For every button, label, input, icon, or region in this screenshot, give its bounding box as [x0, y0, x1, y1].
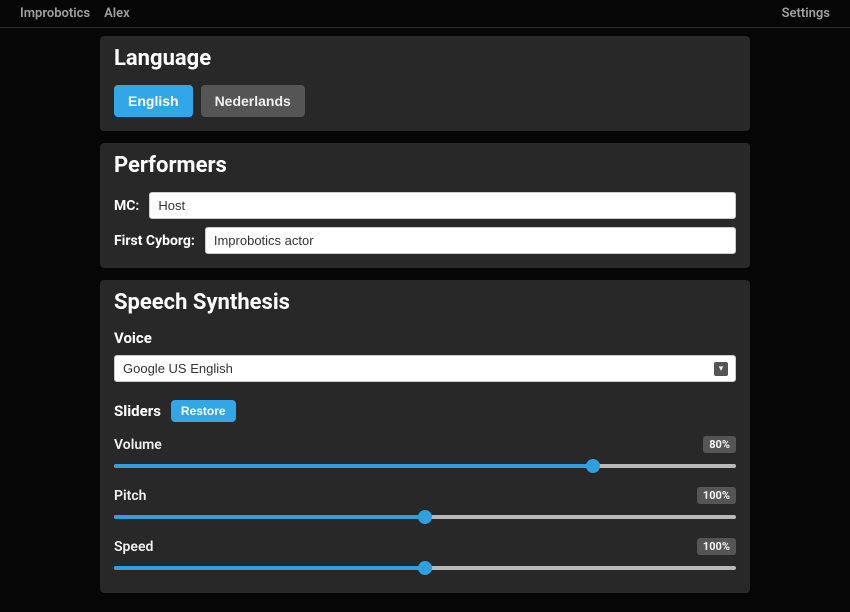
- performers-title: Performers: [114, 153, 736, 178]
- topbar-left: Improbotics Alex: [20, 6, 130, 21]
- first-cyborg-input[interactable]: [205, 227, 736, 254]
- sliders-header: Sliders Restore: [114, 400, 736, 422]
- voice-select-wrap: Google US English ▾: [114, 355, 736, 382]
- mc-label: MC:: [114, 198, 139, 214]
- mc-input[interactable]: [149, 192, 736, 219]
- slider-row-pitch: Pitch 100%: [114, 487, 736, 524]
- topbar: Improbotics Alex Settings: [0, 0, 850, 28]
- performers-panel: Performers MC: First Cyborg:: [100, 143, 750, 268]
- slider-row-speed: Speed 100%: [114, 538, 736, 575]
- mc-row: MC:: [114, 192, 736, 219]
- slider-speed[interactable]: [114, 561, 736, 575]
- language-button-english[interactable]: English: [114, 85, 193, 117]
- voice-select[interactable]: Google US English: [114, 355, 736, 382]
- slider-label-speed: Speed: [114, 539, 153, 555]
- main-container: Language English Nederlands Performers M…: [100, 36, 750, 593]
- settings-link[interactable]: Settings: [782, 6, 830, 21]
- slider-row-volume: Volume 80%: [114, 436, 736, 473]
- sliders-label: Sliders: [114, 402, 161, 420]
- language-buttons: English Nederlands: [114, 85, 736, 117]
- slider-thumb-pitch[interactable]: [418, 510, 432, 524]
- slider-thumb-speed[interactable]: [418, 561, 432, 575]
- slider-badge-volume: 80%: [703, 436, 736, 453]
- language-title: Language: [114, 46, 736, 71]
- first-cyborg-row: First Cyborg:: [114, 227, 736, 254]
- slider-label-pitch: Pitch: [114, 488, 146, 504]
- language-panel: Language English Nederlands: [100, 36, 750, 131]
- speech-panel: Speech Synthesis Voice Google US English…: [100, 280, 750, 593]
- slider-thumb-volume[interactable]: [586, 459, 600, 473]
- slider-volume[interactable]: [114, 459, 736, 473]
- slider-pitch[interactable]: [114, 510, 736, 524]
- restore-button[interactable]: Restore: [171, 400, 236, 422]
- first-cyborg-label: First Cyborg:: [114, 233, 195, 249]
- slider-label-volume: Volume: [114, 437, 162, 453]
- voice-label: Voice: [114, 329, 736, 347]
- language-button-dutch[interactable]: Nederlands: [201, 85, 305, 117]
- slider-badge-speed: 100%: [697, 538, 736, 555]
- slider-badge-pitch: 100%: [697, 487, 736, 504]
- speech-title: Speech Synthesis: [114, 290, 736, 315]
- user-link[interactable]: Alex: [104, 6, 130, 21]
- brand-link[interactable]: Improbotics: [20, 6, 90, 21]
